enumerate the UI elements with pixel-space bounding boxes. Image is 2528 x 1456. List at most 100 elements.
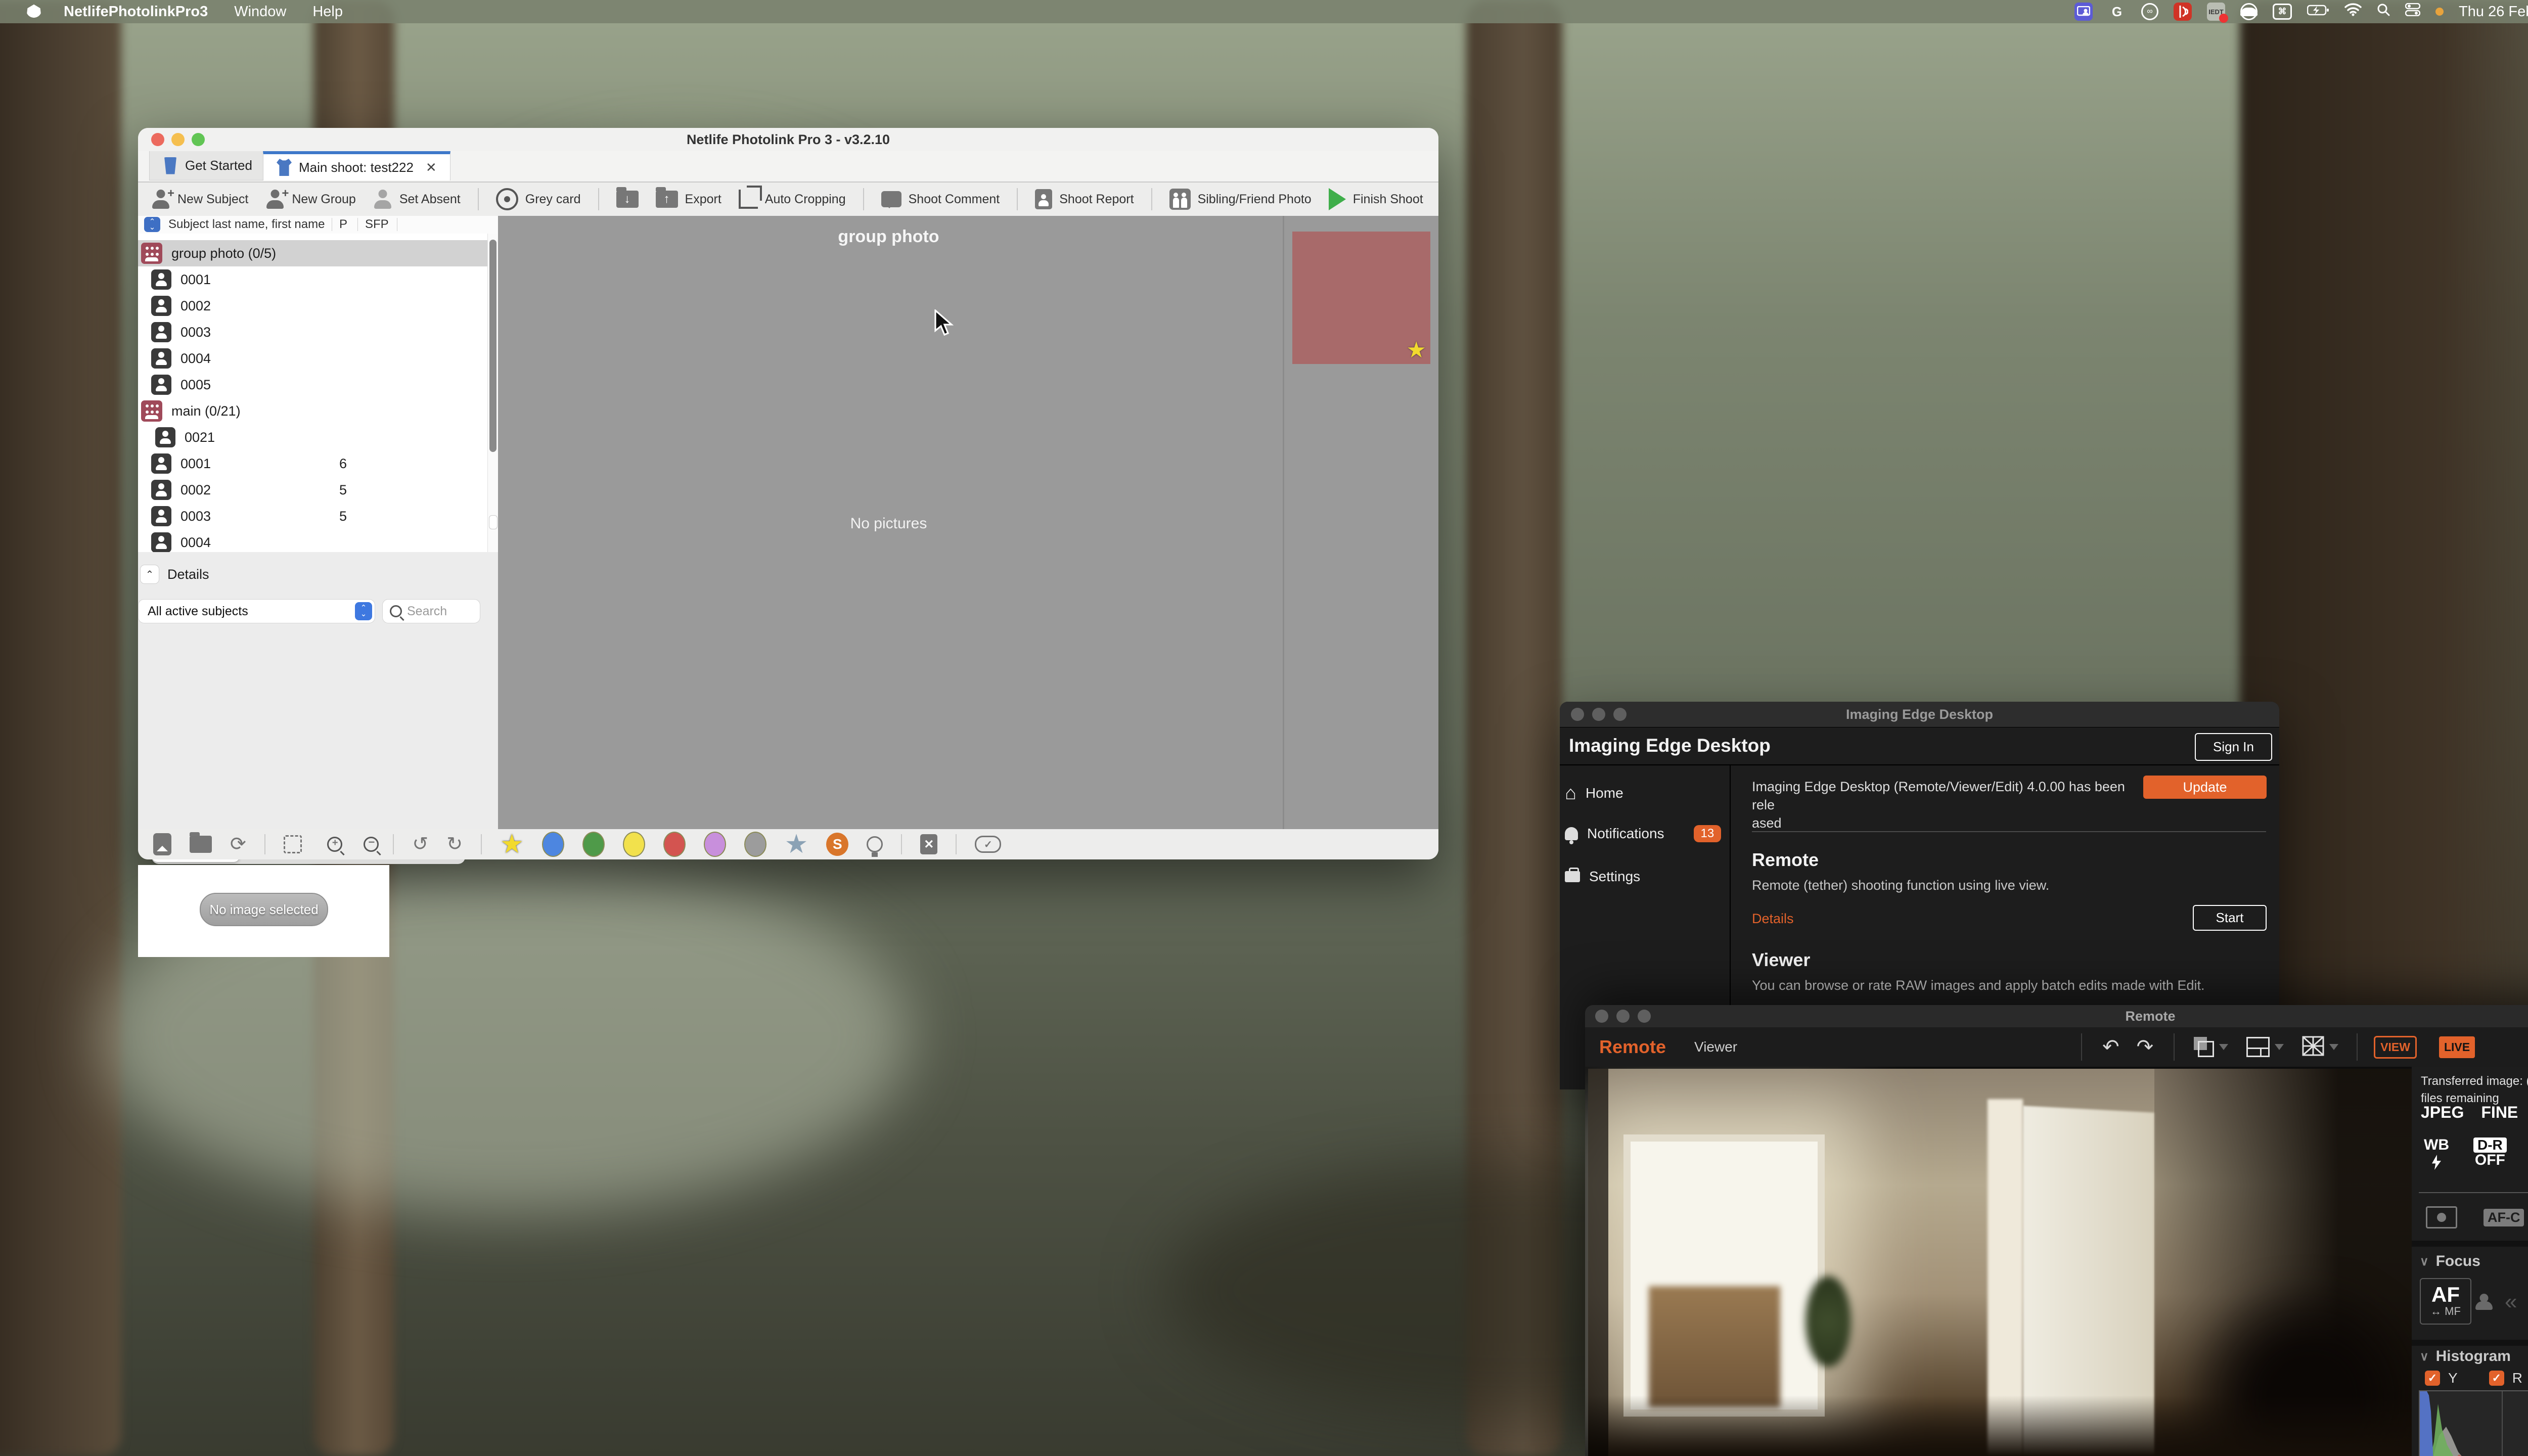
update-button[interactable]: Update [2143,776,2267,799]
shoot-comment-button[interactable]: Shoot Comment [881,191,1000,208]
spotlight-search-icon[interactable] [2377,3,2390,20]
photolink-titlebar[interactable]: Netlife Photolink Pro 3 - v3.2.10 [138,128,1438,152]
set-absent-button[interactable]: Set Absent [373,190,461,209]
auto-cropping-button[interactable]: Auto Cropping [738,186,846,209]
focus-far-3-button[interactable]: « [2505,1289,2517,1314]
live-view[interactable] [1585,1067,2412,1456]
sync-icon[interactable]: ⟳ [230,835,246,854]
window-switcher-icon[interactable]: ⌘ [2273,4,2292,20]
tab-viewer[interactable]: Viewer [1694,1039,1737,1055]
list-item-subject[interactable]: 0003 5 [138,503,487,529]
shoot-report-button[interactable]: Shoot Report [1035,189,1134,209]
remote-titlebar[interactable]: Remote [1585,1005,2528,1028]
photo-canvas[interactable]: group photo No pictures ★ [498,216,1438,829]
chevron-up-icon[interactable]: ⌃ [140,565,159,584]
display-mode-icon[interactable] [2194,1037,2215,1057]
list-item-subject[interactable]: 0002 5 [138,477,487,503]
checkbox-checked-icon[interactable]: ✓ [2425,1371,2440,1386]
list-item-subject[interactable]: 0003 [138,319,487,345]
list-item-group[interactable]: group photo (0/5) [138,240,487,266]
details-disclosure[interactable]: ⌃ Details [140,565,209,584]
subject-filter-select[interactable]: All active subjects ⌃ ⌄ [138,599,375,623]
creative-cloud-icon[interactable]: ∞ [2141,3,2159,20]
af-mf-toggle[interactable]: AF ↔ MF [2420,1278,2471,1325]
wb-flash-setting[interactable]: WB [2424,1138,2449,1170]
scrollbar-thumb[interactable] [489,240,496,452]
channel-y[interactable]: ✓ Y [2425,1370,2458,1386]
histogram-section-header[interactable]: ∨ Histogram [2420,1348,2511,1365]
photo-thumbnail[interactable]: ★ [1292,232,1430,364]
view-toggle[interactable]: VIEW [2374,1035,2417,1059]
rotate-ccw-icon[interactable]: ↶ [2102,1037,2119,1057]
rotate-cw-icon[interactable]: ↷ [2137,1037,2154,1057]
import-button[interactable]: ↓ [616,187,639,208]
image-icon[interactable] [153,833,171,855]
circle-red-icon[interactable] [663,832,686,857]
circle-green-icon[interactable] [582,832,605,857]
sort-icon[interactable]: ⌃ ⌄ [144,217,160,232]
chevron-down-icon[interactable] [2275,1044,2284,1050]
apple-menu-icon[interactable] [26,4,41,20]
new-group-button[interactable]: + New Group [265,187,355,209]
live-toggle[interactable]: LIVE [2439,1036,2475,1058]
face-focus-icon[interactable] [2476,1294,2492,1310]
grid-overlay-icon[interactable] [2302,1036,2324,1059]
column-name[interactable]: Subject last name, first name [168,217,325,232]
focus-section-header[interactable]: ∨ Focus [2420,1253,2480,1270]
tab-main-shoot[interactable]: Main shoot: test222 ✕ [263,151,450,180]
list-scrollbar[interactable] [487,234,499,552]
circle-grey-icon[interactable] [744,832,766,857]
list-item-subject[interactable]: 0002 [138,293,487,319]
sign-in-button[interactable]: Sign In [2195,733,2272,761]
circle-purple-icon[interactable] [703,832,726,857]
remote-details-link[interactable]: Details [1752,911,1794,927]
wifi-icon[interactable] [2344,3,2362,20]
list-item-subject[interactable]: 0004 [138,529,487,552]
rotate-cw-icon[interactable]: ↻ [446,835,463,854]
cloud-check-icon[interactable]: ✓ [975,836,1002,853]
search-field[interactable]: Search [382,599,480,623]
nav-notifications[interactable]: Notifications 13 [1565,825,1722,842]
menu-window[interactable]: Window [234,4,286,20]
lightbulb-icon[interactable] [867,836,883,852]
tab-get-started[interactable]: Get Started [149,151,266,180]
chevron-down-icon[interactable] [2219,1044,2229,1050]
battery-charging-icon[interactable] [2307,4,2329,20]
record-icon[interactable] [2174,3,2192,21]
list-item-group[interactable]: main (0/21) [138,398,487,424]
checkbox-checked-icon[interactable]: ✓ [2489,1371,2504,1386]
new-subject-button[interactable]: + New Subject [151,187,248,209]
list-item-subject[interactable]: 0021 [138,424,487,450]
star-rating-icon[interactable]: ★ [1407,337,1426,363]
nav-settings[interactable]: Settings [1565,868,1640,885]
af-mode-badge[interactable]: AF-C [2484,1208,2524,1226]
remote-start-button[interactable]: Start [2193,905,2267,931]
scrollbar-corner[interactable] [489,515,498,529]
fullscreen-icon[interactable] [283,835,302,853]
list-item-subject[interactable]: 0005 [138,372,487,398]
list-item-subject[interactable]: 0004 [138,345,487,372]
sibling-friend-photo-button[interactable]: Sibling/Friend Photo [1169,189,1312,210]
menu-bar-clock[interactable]: Thu 26 Feb 15:29 [2459,4,2528,20]
dr-setting[interactable]: D-R OFF [2473,1138,2507,1168]
chevron-down-icon[interactable] [2329,1044,2339,1050]
nav-home[interactable]: ⌂ Home [1565,784,1623,803]
star-steel-icon[interactable]: ★ [785,829,808,859]
circle-blue-icon[interactable] [541,832,564,857]
tab-close-icon[interactable]: ✕ [426,160,437,175]
menu-help[interactable]: Help [312,4,343,20]
metering-icon[interactable] [2426,1206,2457,1228]
export-button[interactable]: ↑ Export [655,187,721,208]
rotate-ccw-icon[interactable]: ↺ [412,835,428,854]
s-orange-icon[interactable]: S [826,833,849,856]
user-account-icon[interactable] [2240,3,2258,20]
list-item-subject[interactable]: 0001 6 [138,450,487,477]
iedt-app-icon[interactable]: IEDT [2207,3,2229,23]
circle-yellow-icon[interactable] [622,832,645,857]
ied-titlebar[interactable]: Imaging Edge Desktop [1560,702,2279,727]
subject-list-header[interactable]: ⌃ ⌄ Subject last name, first name P SFP [138,216,498,234]
grey-card-button[interactable]: Grey card [495,188,581,210]
folder-icon[interactable] [190,832,212,853]
layout-grid-icon[interactable] [2246,1037,2270,1057]
column-p[interactable]: P [339,217,347,232]
